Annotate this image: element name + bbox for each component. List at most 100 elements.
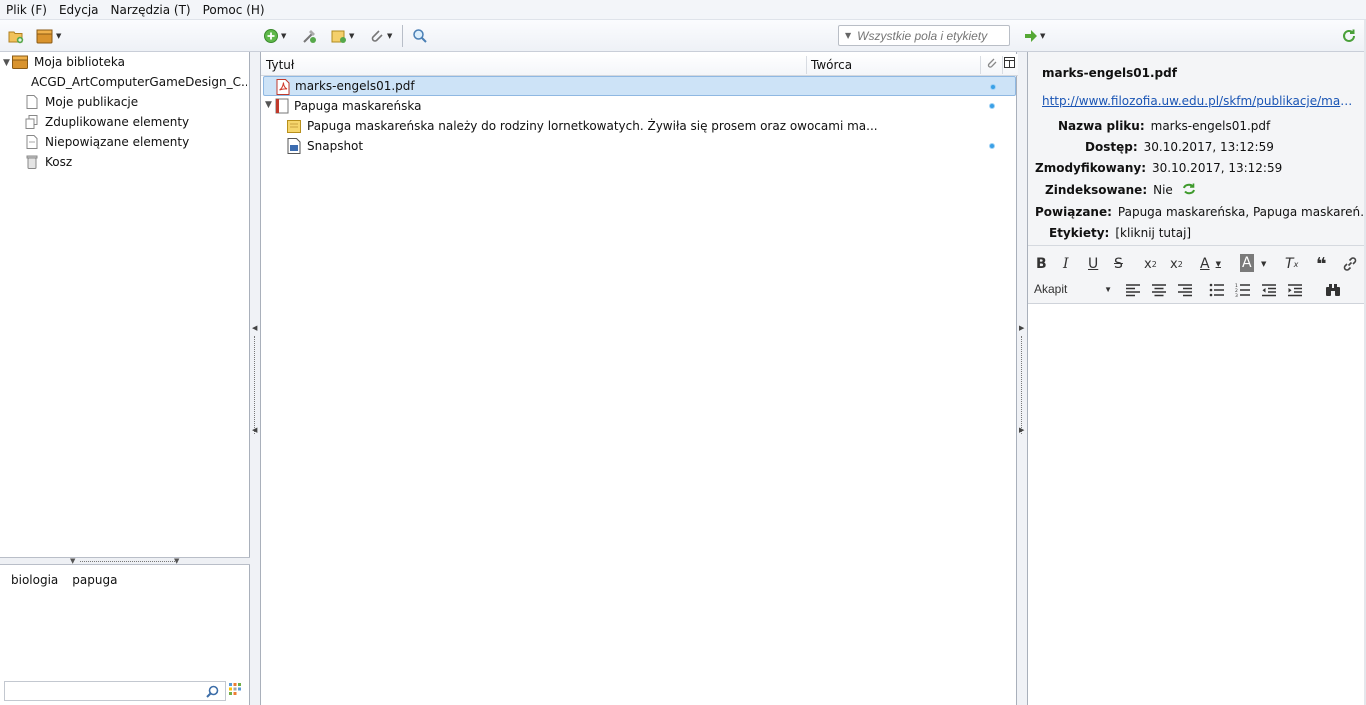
attachment-icon bbox=[371, 30, 383, 42]
chevron-down-icon: ▼ bbox=[281, 32, 287, 40]
left-splitter[interactable]: ◀ ◀ bbox=[250, 52, 260, 705]
menu-edit[interactable]: Edycja bbox=[53, 3, 105, 17]
item-row-snapshot[interactable]: Snapshot bbox=[263, 136, 1016, 156]
right-splitter[interactable]: ▶ ▶ bbox=[1017, 52, 1027, 705]
find-replace-button[interactable] bbox=[1325, 280, 1341, 300]
trash-icon bbox=[26, 155, 38, 169]
collapse-left-icon: ◀ bbox=[252, 324, 258, 332]
collapse-right-icon: ▶ bbox=[1019, 426, 1025, 434]
new-item-icon bbox=[264, 29, 278, 43]
chevron-down-icon: ▼ bbox=[1215, 260, 1221, 268]
chevron-down-icon[interactable]: ▼ bbox=[265, 100, 272, 110]
field-label: Dostęp: bbox=[1085, 140, 1138, 154]
tag-filter-input[interactable] bbox=[4, 681, 226, 701]
tag-selector: biologia papuga bbox=[0, 565, 250, 705]
blockquote-button[interactable]: ❝ bbox=[1316, 254, 1327, 275]
chevron-down-icon[interactable]: ▼ bbox=[3, 58, 10, 68]
advanced-search-icon bbox=[413, 29, 427, 43]
unfiled-icon bbox=[26, 135, 38, 149]
indent-button[interactable] bbox=[1287, 280, 1303, 300]
note-editor-body[interactable] bbox=[1028, 304, 1366, 705]
text-color-button[interactable]: A ▼ bbox=[1200, 254, 1221, 274]
attachment-button[interactable]: ▼ bbox=[369, 26, 392, 46]
column-attachments[interactable] bbox=[986, 57, 998, 72]
strikethrough-button[interactable]: S bbox=[1114, 254, 1123, 274]
new-note-icon bbox=[331, 30, 346, 43]
advanced-search-button[interactable] bbox=[412, 26, 428, 46]
field-label: Zmodyfikowany: bbox=[1035, 161, 1147, 175]
align-center-icon bbox=[1152, 284, 1166, 297]
bold-button[interactable]: B bbox=[1036, 254, 1047, 274]
field-accessed: Dostęp: 30.10.2017, 13:12:59 bbox=[1085, 140, 1274, 154]
tree-item-collection[interactable]: ACGD_ArtComputerGameDesign_C... bbox=[25, 72, 247, 92]
italic-button[interactable]: I bbox=[1063, 254, 1069, 274]
item-row-pdf[interactable]: marks-engels01.pdf bbox=[263, 76, 1016, 96]
search-box[interactable]: ▼ bbox=[838, 25, 1010, 46]
align-left-icon bbox=[1126, 284, 1140, 297]
item-title: Snapshot bbox=[307, 139, 364, 153]
tag-item[interactable]: papuga bbox=[72, 573, 117, 587]
new-note-button[interactable]: ▼ bbox=[331, 26, 354, 46]
note-icon bbox=[287, 120, 301, 136]
column-creator[interactable]: Twórca bbox=[811, 58, 852, 72]
tree-item-trash[interactable]: Kosz bbox=[25, 152, 72, 172]
clear-formatting-button[interactable]: Tx bbox=[1285, 254, 1298, 274]
paragraph-format-select[interactable]: Akapit ▼ bbox=[1034, 280, 1112, 298]
reindex-button[interactable] bbox=[1181, 182, 1197, 199]
link-button[interactable] bbox=[1342, 254, 1358, 274]
new-collection-button[interactable] bbox=[8, 26, 24, 46]
tag-item[interactable]: biologia bbox=[11, 573, 58, 587]
tree-label: Kosz bbox=[45, 155, 73, 169]
underline-button[interactable]: U bbox=[1088, 254, 1098, 274]
menu-tools[interactable]: Narzędzia (T) bbox=[105, 3, 197, 17]
chevron-down-icon: ▼ bbox=[174, 557, 180, 565]
chevron-down-icon: ▼ bbox=[387, 32, 393, 40]
numbered-list-icon: 123 bbox=[1235, 283, 1250, 297]
tree-item-my-publications[interactable]: Moje publikacje bbox=[25, 92, 138, 112]
outdent-button[interactable] bbox=[1261, 280, 1277, 300]
field-value[interactable]: marks-engels01.pdf bbox=[1151, 119, 1271, 133]
tree-item-unfiled[interactable]: Niepowiązane elementy bbox=[25, 132, 189, 152]
numbered-list-button[interactable]: 123 bbox=[1235, 280, 1251, 300]
column-header: Tytuł Twórca bbox=[261, 54, 1018, 76]
search-mode-dropdown[interactable]: ▼ bbox=[845, 31, 851, 40]
locate-button[interactable]: ▼ bbox=[1024, 26, 1045, 46]
add-by-identifier-button[interactable] bbox=[301, 26, 317, 46]
menu-file[interactable]: Plik (F) bbox=[0, 3, 53, 17]
bullet-list-button[interactable] bbox=[1209, 280, 1225, 300]
align-center-button[interactable] bbox=[1151, 280, 1167, 300]
link-icon bbox=[1343, 257, 1357, 271]
subscript-button[interactable]: x2 bbox=[1144, 254, 1157, 274]
field-value: 30.10.2017, 13:12:59 bbox=[1143, 140, 1274, 154]
attachment-url-link[interactable]: http://www.filozofia.uw.edu.pl/skfm/publ… bbox=[1042, 94, 1354, 108]
related-items-link[interactable]: Papuga maskareńska, Papuga maskareńska n… bbox=[1118, 205, 1366, 219]
toolbar-separator bbox=[402, 25, 403, 47]
toolbar: ▼ ▼ ▼ ▼ ▼ ▼ bbox=[0, 20, 1366, 52]
search-icon bbox=[206, 685, 219, 701]
tag-actions-button[interactable] bbox=[229, 683, 241, 698]
search-input[interactable] bbox=[857, 28, 998, 43]
menu-help[interactable]: Pomoc (H) bbox=[197, 3, 271, 17]
field-value: 30.10.2017, 13:12:59 bbox=[1152, 161, 1283, 175]
item-title: Papuga maskareńska należy do rodziny lor… bbox=[307, 119, 878, 133]
tag-pane-splitter[interactable]: ▼ ▼ bbox=[0, 557, 250, 565]
field-related: Powiązane: Papuga maskareńska, Papuga mas… bbox=[1035, 205, 1366, 219]
item-row-note[interactable]: Papuga maskareńska należy do rodziny lor… bbox=[263, 116, 1016, 136]
new-library-button[interactable]: ▼ bbox=[36, 26, 61, 46]
new-item-button[interactable]: ▼ bbox=[263, 26, 286, 46]
tree-item-duplicates[interactable]: Zduplikowane elementy bbox=[25, 112, 189, 132]
column-picker[interactable] bbox=[1004, 57, 1015, 71]
chevron-down-icon[interactable]: ▼ bbox=[1261, 254, 1266, 274]
highlight-color-button[interactable]: A bbox=[1240, 254, 1254, 272]
align-left-button[interactable] bbox=[1125, 280, 1141, 300]
item-details-pane: marks-engels01.pdf http://www.filozofia.… bbox=[1027, 52, 1366, 705]
tree-item-my-library[interactable]: Moja biblioteka bbox=[12, 52, 125, 72]
menu-bar: Plik (F) Edycja Narzędzia (T) Pomoc (H) bbox=[0, 0, 1366, 20]
tags-edit-link[interactable]: [kliknij tutaj] bbox=[1115, 226, 1191, 240]
item-row-book[interactable]: ▼ Papuga maskareńska bbox=[263, 96, 1016, 116]
superscript-button[interactable]: x2 bbox=[1170, 254, 1183, 274]
column-title[interactable]: Tytuł bbox=[266, 58, 294, 72]
align-right-button[interactable] bbox=[1177, 280, 1193, 300]
column-divider bbox=[806, 56, 807, 74]
sync-button[interactable] bbox=[1341, 26, 1357, 46]
